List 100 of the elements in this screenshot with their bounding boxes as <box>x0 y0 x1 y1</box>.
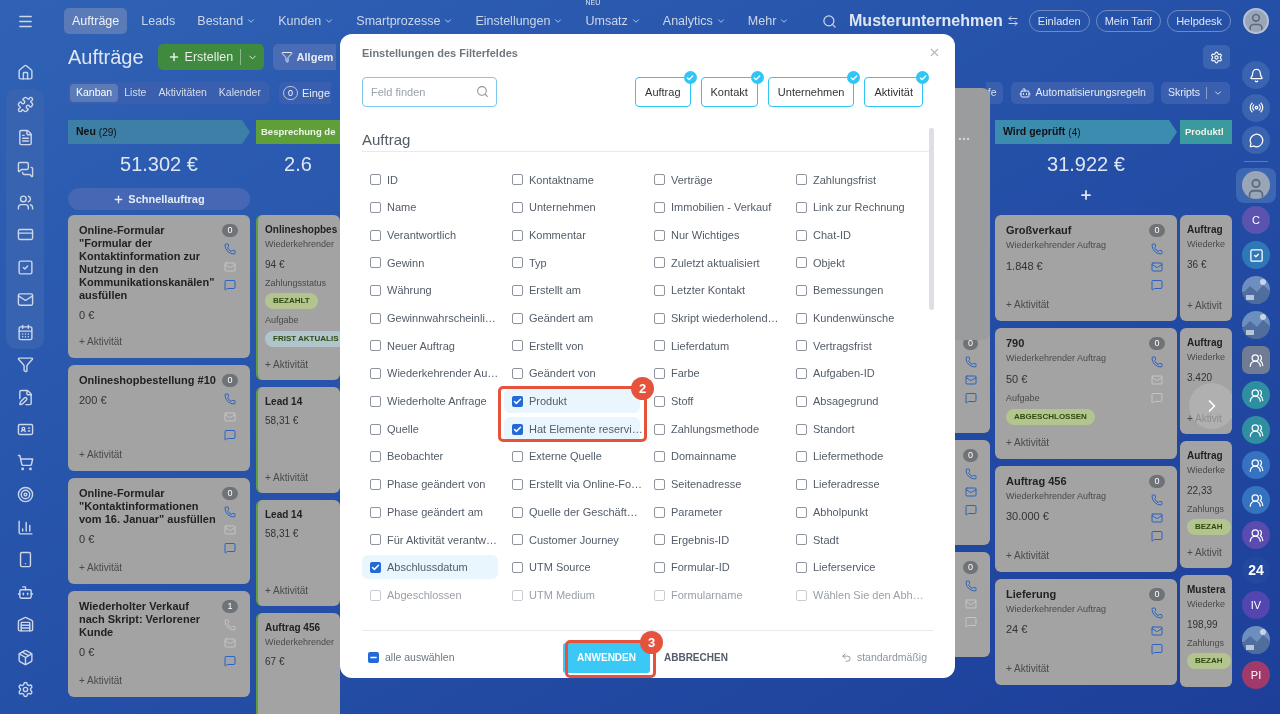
scrollbar[interactable] <box>929 128 934 310</box>
chat-icon[interactable] <box>224 428 236 441</box>
deal-card[interactable]: 790 Wiederkehrender Auftrag 50 € Aufgabe ABGESCHLOSSEN + Aktivität 0 <box>995 328 1177 459</box>
deal-card[interactable]: Mustera Wiederke 198,99 Zahlungs BEZAH <box>1180 575 1232 687</box>
switch-icon[interactable] <box>1006 15 1019 27</box>
deal-card[interactable]: Online-Formular "Formular der Kontaktinformation zur Nutzung in den Kommunikationskanälen" ausfüllen 0 € + Aktivität 0 <box>68 215 250 358</box>
field-option[interactable]: Hat Elemente reservi… <box>504 417 640 442</box>
reset-link[interactable]: standardmäßig <box>856 649 927 666</box>
card-title[interactable]: Online-Formular "Kontaktinformationen vom 16. Januar" ausfüllen <box>79 486 217 526</box>
rail-item[interactable]: 24 <box>1236 552 1276 588</box>
mail-icon[interactable] <box>1151 261 1163 273</box>
field-option[interactable]: Liefermethode <box>796 444 884 469</box>
card-title[interactable]: Auftrag 456 <box>265 620 320 634</box>
cancel-button[interactable]: ABBRECHEN <box>660 642 732 673</box>
logo[interactable]: 24 <box>1242 556 1270 584</box>
chat-icon[interactable] <box>224 654 236 667</box>
checkbox[interactable] <box>796 368 807 380</box>
deal-card[interactable]: Auftrag 456 Wiederkehrender 67 € <box>256 612 340 714</box>
filter-preset-button[interactable]: Allgem <box>272 44 336 70</box>
avatar[interactable] <box>1242 171 1270 199</box>
checkbox[interactable] <box>796 423 807 435</box>
add-activity-link[interactable]: + Aktivität <box>1006 434 1050 450</box>
create-label[interactable]: Erstellen <box>184 47 240 67</box>
checkbox[interactable] <box>654 561 665 573</box>
avatar[interactable]: C <box>1242 206 1270 234</box>
rail-item[interactable]: PI <box>1236 657 1276 693</box>
checkbox[interactable] <box>370 340 381 352</box>
checkbox[interactable] <box>654 340 665 352</box>
add-icon[interactable] <box>1079 188 1093 202</box>
checkbox[interactable] <box>512 589 523 601</box>
field-option[interactable]: Stadt <box>796 527 839 552</box>
checkbox[interactable] <box>796 340 807 352</box>
field-option[interactable]: Währung <box>370 278 432 303</box>
card-title[interactable]: Online-Formular "Formular der Kontaktinformation zur Nutzung in den Kommunikationskanälen" ausfüllen <box>79 224 217 302</box>
group-avatar[interactable] <box>1242 416 1270 444</box>
add-activity-link[interactable]: + Aktivität <box>79 333 123 349</box>
checkbox[interactable] <box>654 395 665 407</box>
nav-tab[interactable]: Smartprozesse <box>348 8 462 34</box>
stage-header[interactable]: Neu (29) <box>68 120 250 144</box>
card-title[interactable]: Auftrag 456 <box>1006 474 1067 488</box>
field-option[interactable]: Verantwortlich <box>370 223 457 248</box>
funnel-icon[interactable] <box>16 356 34 374</box>
checkbox[interactable] <box>654 285 665 297</box>
stage-header[interactable]: Wird geprüft (4) <box>995 120 1177 144</box>
checkbox[interactable] <box>512 395 523 407</box>
mail-icon[interactable] <box>1151 511 1163 524</box>
deal-card[interactable]: Lieferung Wiederkehrender Auftrag 24 € + Aktivität 0 <box>995 578 1177 685</box>
field-option[interactable]: Lieferdatum <box>654 333 730 358</box>
checkbox[interactable] <box>512 506 523 518</box>
checkbox[interactable] <box>370 506 381 518</box>
checkbox[interactable] <box>796 589 807 601</box>
task-icon[interactable] <box>16 258 34 276</box>
checkbox[interactable] <box>512 478 523 490</box>
checkbox[interactable] <box>370 368 381 380</box>
settings-icon[interactable] <box>16 681 34 699</box>
field-option[interactable]: Erstellt von <box>512 333 584 358</box>
checkbox[interactable] <box>370 229 381 241</box>
field-option[interactable]: Verträge <box>654 167 713 192</box>
chat-icon[interactable] <box>964 504 977 516</box>
add-activity-link[interactable]: + Aktivität <box>265 582 309 598</box>
card-title[interactable]: Auftrag <box>1187 336 1223 349</box>
checkbox[interactable] <box>796 561 807 573</box>
checkbox[interactable] <box>796 395 807 407</box>
chat-icon[interactable] <box>1151 279 1163 291</box>
phone-icon[interactable] <box>1151 493 1163 506</box>
field-option[interactable]: Abschlussdatum <box>362 555 498 580</box>
checkbox[interactable] <box>368 652 379 663</box>
group-avatar[interactable] <box>1242 521 1270 549</box>
checkbox[interactable] <box>654 229 665 241</box>
field-option[interactable]: Nur Wichtiges <box>654 223 740 248</box>
settings-button[interactable] <box>1203 45 1230 69</box>
checkbox[interactable] <box>370 423 381 435</box>
checkbox[interactable] <box>370 285 381 297</box>
field-option[interactable]: Wiederholte Anfrage <box>370 389 487 414</box>
home-icon[interactable] <box>16 63 34 81</box>
chat-icon[interactable] <box>224 541 236 554</box>
calendar-icon[interactable] <box>16 323 34 341</box>
card-title[interactable]: Lead 14 <box>265 394 303 408</box>
group-avatar[interactable] <box>1242 381 1270 409</box>
checkbox[interactable] <box>370 174 381 186</box>
field-option[interactable]: Customer Journey <box>512 527 619 552</box>
field-option[interactable]: Produkt <box>504 389 640 414</box>
add-activity-link[interactable]: + Aktivit <box>1187 298 1222 313</box>
field-option[interactable]: Kommentar <box>512 223 586 248</box>
contacts-icon[interactable] <box>16 193 34 211</box>
field-option[interactable]: Gewinnwahrscheinli… <box>370 306 496 331</box>
field-option[interactable]: Quelle <box>370 417 419 442</box>
field-option[interactable]: Unternehmen <box>512 195 596 220</box>
deal-card[interactable]: Onlineshopbes Wiederkehrender 94 € Zahlungsstatus BEZAHLT Aufgabe FRIST AKTUALIS + Aktivität <box>256 215 340 380</box>
checkbox[interactable] <box>654 174 665 186</box>
checkbox[interactable] <box>512 285 523 297</box>
rail-item[interactable]: IV <box>1236 587 1276 623</box>
field-option[interactable]: Chat-ID <box>796 223 851 248</box>
mail-icon[interactable] <box>1151 624 1163 637</box>
checkbox[interactable] <box>370 312 381 324</box>
add-activity-link[interactable]: + Aktivit <box>1187 545 1222 560</box>
checkbox[interactable] <box>796 451 807 463</box>
checkbox[interactable] <box>370 561 381 573</box>
chart-icon[interactable] <box>16 518 34 536</box>
field-option[interactable]: Absagegrund <box>796 389 879 414</box>
